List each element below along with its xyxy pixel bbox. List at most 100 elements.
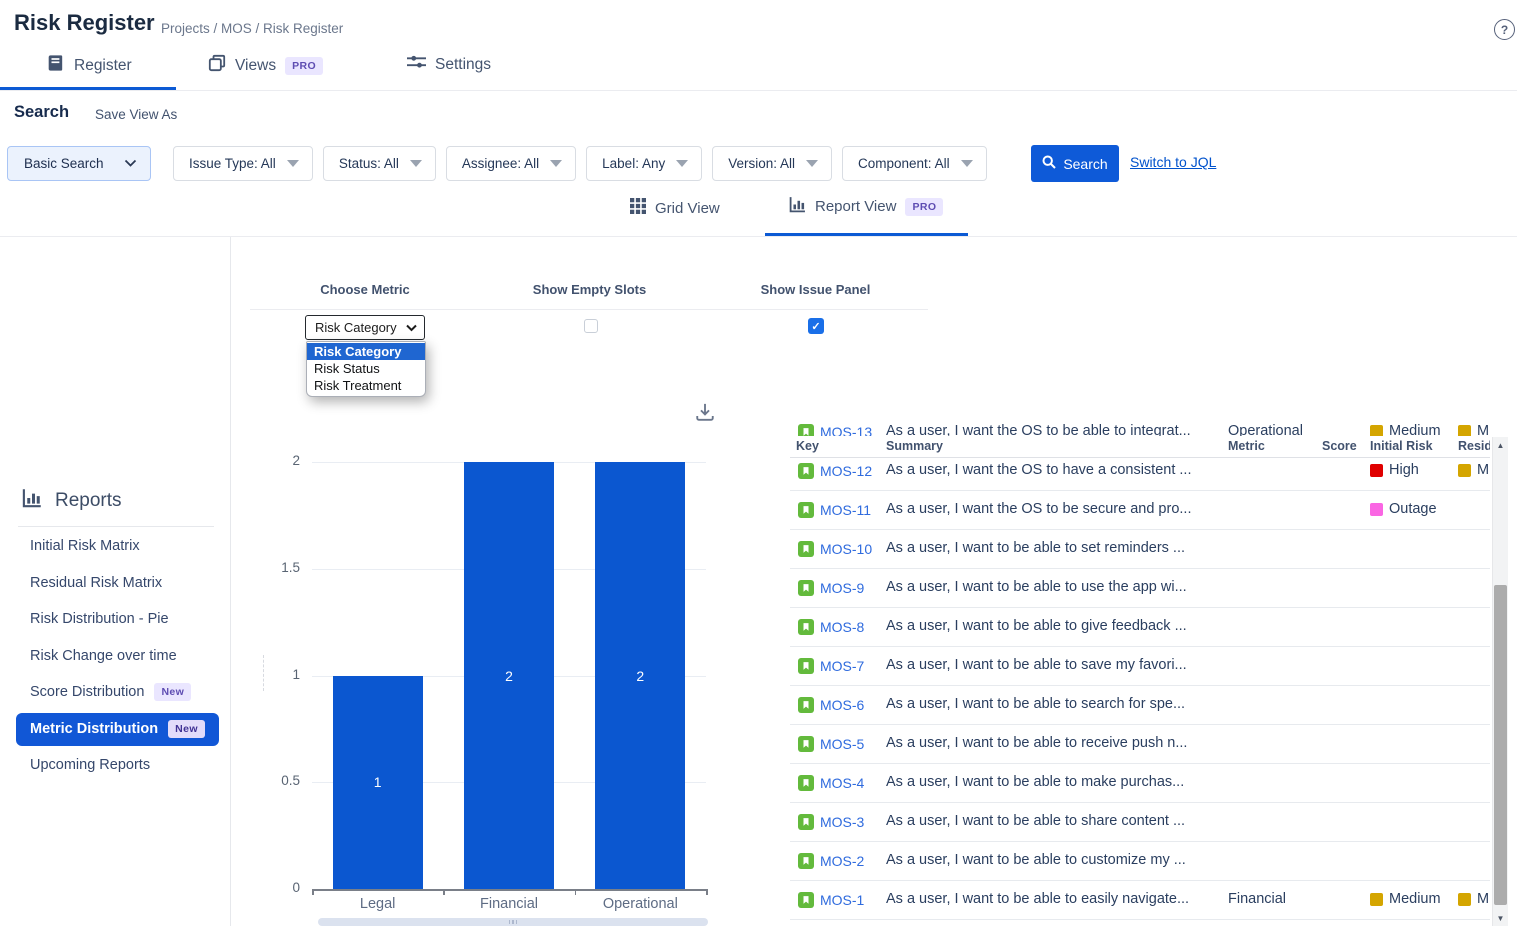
reports-chart-icon: [22, 488, 42, 514]
issue-key-link[interactable]: MOS-6: [820, 697, 864, 713]
table-row[interactable]: MOS-1 As a user, I want to be able to ea…: [790, 881, 1490, 920]
search-section-title: Search: [14, 103, 69, 122]
issue-summary: As a user, I want to be able to search f…: [886, 696, 1185, 712]
scroll-up-arrow-icon[interactable]: ▲: [1493, 438, 1508, 453]
issue-panel: MOS-13 As a user, I want the OS to be ab…: [790, 414, 1490, 926]
switch-to-jql-link[interactable]: Switch to JQL: [1130, 154, 1216, 170]
pro-badge: PRO: [905, 198, 943, 216]
filter-bar: Issue Type: All Status: All Assignee: Al…: [173, 146, 987, 181]
sidebar-report-item[interactable]: Risk Distribution - Pie: [16, 601, 219, 638]
caret-down-icon: [961, 160, 973, 167]
filter-dropdown[interactable]: Issue Type: All: [173, 146, 313, 181]
x-axis-category-label: Financial: [444, 896, 574, 912]
metric-option[interactable]: Risk Treatment: [307, 377, 425, 394]
issue-key-link[interactable]: MOS-2: [820, 853, 864, 869]
table-row[interactable]: MOS-5 As a user, I want to be able to re…: [790, 725, 1490, 764]
risk-color-swatch: [1370, 893, 1383, 906]
show-issue-panel-checkbox[interactable]: ✓: [808, 318, 824, 334]
metric-option[interactable]: Risk Category: [307, 343, 425, 360]
filter-label: Label: Any: [602, 156, 665, 171]
initial-risk-label: Outage: [1389, 501, 1437, 517]
issue-key-link[interactable]: MOS-9: [820, 580, 864, 596]
filter-dropdown[interactable]: Status: All: [323, 146, 436, 181]
new-badge: New: [154, 683, 191, 701]
issue-key-link[interactable]: MOS-8: [820, 619, 864, 635]
register-book-icon: [47, 54, 65, 77]
risk-color-swatch: [1370, 503, 1383, 516]
issue-key-link[interactable]: MOS-1: [820, 892, 864, 908]
tab-grid-view[interactable]: Grid View: [630, 198, 720, 218]
save-view-as-link[interactable]: Save View As: [95, 107, 177, 122]
show-empty-slots-checkbox[interactable]: [584, 319, 598, 333]
sidebar-report-item[interactable]: Risk Change over time: [16, 638, 219, 675]
issue-summary: As a user, I want to be able to share co…: [886, 813, 1185, 829]
bar-chart-icon: [789, 196, 806, 217]
help-icon[interactable]: ?: [1494, 19, 1515, 40]
scrollbar-thumb[interactable]: [1494, 585, 1507, 905]
table-row[interactable]: MOS-2 As a user, I want to be able to cu…: [790, 842, 1490, 881]
search-button[interactable]: Search: [1031, 145, 1119, 182]
chart-horizontal-scrollbar[interactable]: [318, 918, 708, 926]
table-row[interactable]: MOS-6 As a user, I want to be able to se…: [790, 686, 1490, 725]
issue-key-link[interactable]: MOS-3: [820, 814, 864, 830]
x-axis-tick: [312, 889, 314, 895]
metric-distribution-chart: 00.511.521Legal2Financial2Operational: [250, 440, 730, 926]
issue-key-link[interactable]: MOS-7: [820, 658, 864, 674]
caret-down-icon: [287, 160, 299, 167]
story-type-icon: [798, 463, 814, 479]
filter-dropdown[interactable]: Version: All: [712, 146, 832, 181]
issue-summary: As a user, I want to be able to give fee…: [886, 618, 1187, 634]
tab-register[interactable]: Register: [47, 54, 132, 77]
table-row[interactable]: MOS-3 As a user, I want to be able to sh…: [790, 803, 1490, 842]
sidebar-report-item[interactable]: Upcoming Reports: [16, 747, 219, 784]
y-axis-tick-label: 1: [250, 667, 300, 682]
x-axis-line: [312, 889, 706, 891]
issue-key-link[interactable]: MOS-10: [820, 541, 872, 557]
metric-select[interactable]: Risk Category: [305, 315, 425, 340]
issue-key-link[interactable]: MOS-5: [820, 736, 864, 752]
initial-risk-label: High: [1389, 462, 1419, 478]
scroll-down-arrow-icon[interactable]: ▼: [1493, 911, 1508, 926]
tab-report-view[interactable]: Report View PRO: [789, 196, 943, 217]
tab-report-view-label: Report View: [815, 198, 896, 215]
chevron-down-icon: [124, 156, 137, 171]
sidebar-report-item[interactable]: Initial Risk Matrix: [16, 528, 219, 565]
x-axis-category-label: Operational: [575, 896, 705, 912]
y-axis-tick-label: 0: [250, 880, 300, 895]
filter-dropdown[interactable]: Label: Any: [586, 146, 702, 181]
filter-dropdown[interactable]: Assignee: All: [446, 146, 576, 181]
download-chart-icon[interactable]: [695, 402, 715, 427]
basic-search-dropdown[interactable]: Basic Search: [7, 146, 151, 181]
story-type-icon: [798, 502, 814, 518]
sidebar-report-label: Score Distribution: [30, 684, 144, 700]
tab-settings[interactable]: Settings: [407, 54, 491, 75]
table-scrollbar[interactable]: ▲ ▼: [1492, 437, 1508, 926]
divider: [0, 90, 1517, 91]
issue-key-link[interactable]: MOS-12: [820, 463, 872, 479]
tab-register-label: Register: [74, 57, 132, 75]
issue-summary: As a user, I want the OS to be secure an…: [886, 501, 1191, 517]
filter-dropdown[interactable]: Component: All: [842, 146, 987, 181]
sidebar-report-item[interactable]: Score Distribution New: [16, 674, 219, 711]
col-summary: Summary: [886, 439, 943, 453]
table-row[interactable]: MOS-9 As a user, I want to be able to us…: [790, 569, 1490, 608]
table-row[interactable]: MOS-7 As a user, I want to be able to sa…: [790, 647, 1490, 686]
issue-key-link[interactable]: MOS-11: [820, 502, 871, 518]
metric-option[interactable]: Risk Status: [307, 360, 425, 377]
table-row[interactable]: MOS-11 As a user, I want the OS to be se…: [790, 491, 1490, 530]
choose-metric-header: Choose Metric: [305, 282, 425, 297]
table-header: Key Summary Metric Score Initial Risk Re…: [790, 436, 1490, 458]
col-key: Key: [796, 439, 819, 453]
show-empty-slots-header: Show Empty Slots: [517, 282, 662, 297]
sidebar-report-item[interactable]: Residual Risk Matrix: [16, 565, 219, 602]
bar-value-label: 1: [333, 774, 423, 790]
tab-views[interactable]: Views PRO: [208, 54, 323, 77]
sidebar-report-item[interactable]: Metric Distribution New: [16, 713, 219, 746]
table-row[interactable]: MOS-8 As a user, I want to be able to gi…: [790, 608, 1490, 647]
grid-icon: [630, 198, 646, 218]
chevron-down-icon: [406, 320, 417, 335]
table-row[interactable]: MOS-10 As a user, I want to be able to s…: [790, 530, 1490, 569]
settings-sliders-icon: [407, 54, 426, 75]
issue-key-link[interactable]: MOS-4: [820, 775, 864, 791]
table-row[interactable]: MOS-4 As a user, I want to be able to ma…: [790, 764, 1490, 803]
